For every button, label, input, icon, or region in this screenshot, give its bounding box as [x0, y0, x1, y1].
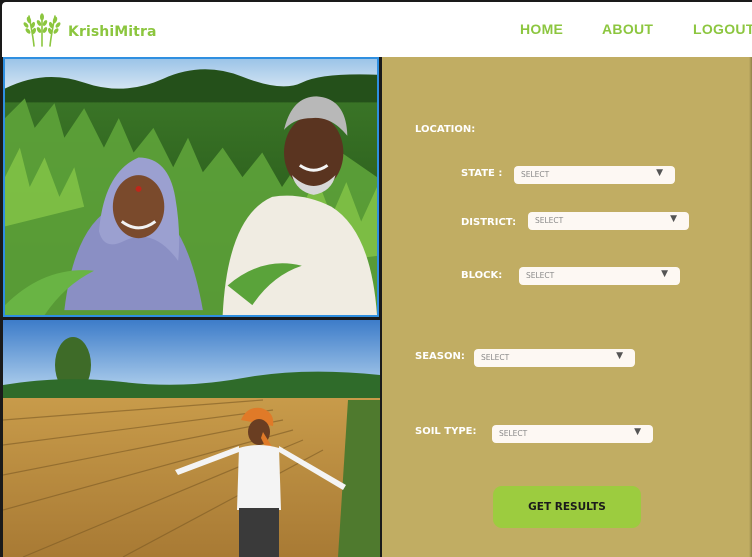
location-label: LOCATION: — [415, 124, 476, 135]
chevron-down-icon: ▼ — [616, 351, 623, 361]
block-select-value: SELECT — [526, 271, 555, 280]
crop-search-panel: LOCATION: STATE : SELECT ▼ DISTRICT: SEL… — [382, 57, 752, 557]
soil-type-label: SOIL TYPE: — [415, 426, 477, 437]
soil-type-select-value: SELECT — [499, 429, 528, 438]
district-select-value: SELECT — [535, 216, 564, 225]
state-select-value: SELECT — [521, 170, 550, 179]
nav-logout-link[interactable]: LOGOUT — [693, 21, 752, 37]
chevron-down-icon: ▼ — [656, 168, 663, 178]
district-select[interactable]: SELECT ▼ — [528, 212, 689, 230]
brand-logo[interactable]: KrishiMitra — [22, 12, 157, 52]
season-select[interactable]: SELECT ▼ — [474, 349, 635, 367]
block-label: BLOCK: — [461, 270, 503, 281]
nav-about-link[interactable]: ABOUT — [602, 21, 653, 37]
wheat-icon — [22, 12, 62, 52]
nav-home-link[interactable]: HOME — [520, 21, 563, 37]
chevron-down-icon: ▼ — [661, 269, 668, 279]
farmer-wheat-field-photo — [3, 320, 380, 557]
block-select[interactable]: SELECT ▼ — [519, 267, 680, 285]
soil-type-select[interactable]: SELECT ▼ — [492, 425, 653, 443]
season-label: SEASON: — [415, 351, 465, 362]
top-navbar: KrishiMitra HOME ABOUT LOGOUT — [2, 2, 752, 57]
season-select-value: SELECT — [481, 353, 510, 362]
farmers-couple-photo — [3, 57, 379, 317]
state-select[interactable]: SELECT ▼ — [514, 166, 675, 184]
chevron-down-icon: ▼ — [670, 214, 677, 224]
district-label: DISTRICT: — [461, 217, 517, 228]
brand-name: KrishiMitra — [68, 24, 157, 40]
get-results-button[interactable]: GET RESULTS — [493, 486, 641, 528]
chevron-down-icon: ▼ — [634, 427, 641, 437]
state-label: STATE : — [461, 168, 503, 179]
